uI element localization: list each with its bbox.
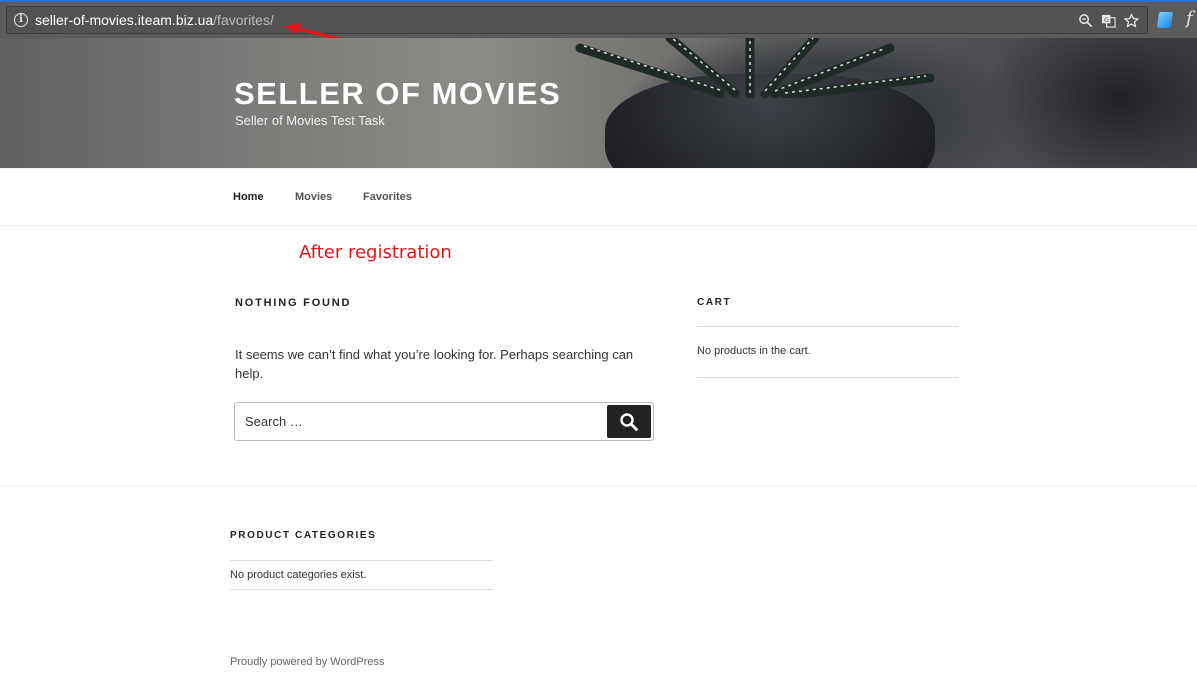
url-text[interactable]: seller-of-movies.iteam.biz.ua/favorites/ [35, 12, 274, 29]
site-description: Seller of Movies Test Task [235, 113, 385, 128]
translate-icon[interactable]: G [1101, 13, 1116, 28]
site-header: SELLER OF MOVIES Seller of Movies Test T… [0, 38, 1197, 168]
url-host: seller-of-movies.iteam.biz.ua [35, 12, 214, 28]
search-icon [620, 413, 638, 431]
search-input[interactable] [235, 403, 605, 440]
browser-menu-icon[interactable]: f [1186, 8, 1193, 29]
main-navigation: Home Movies Favorites [0, 168, 1197, 226]
search-button[interactable] [607, 405, 651, 438]
url-path: /favorites/ [213, 12, 274, 28]
nav-item-movies[interactable]: Movies [295, 191, 332, 203]
zoom-icon[interactable] [1078, 13, 1093, 28]
nav-item-home[interactable]: Home [233, 191, 264, 203]
star-icon[interactable] [1124, 13, 1139, 28]
nav-item-favorites[interactable]: Favorites [363, 191, 412, 203]
svg-text:G: G [1104, 15, 1109, 23]
categories-divider-top [230, 560, 493, 561]
not-found-message: It seems we can’t find what you’re looki… [235, 347, 634, 381]
cart-widget-title: CART [697, 297, 732, 308]
browser-toolbar: i seller-of-movies.iteam.biz.ua/favorite… [0, 0, 1197, 38]
cart-divider-top [697, 326, 958, 327]
header-image-plant [575, 38, 935, 98]
product-categories-title: PRODUCT CATEGORIES [230, 530, 377, 541]
info-icon[interactable]: i [14, 13, 28, 27]
annotation-text: After registration [299, 242, 452, 263]
footer-divider [0, 485, 1197, 486]
categories-divider-bottom [230, 589, 493, 590]
cart-empty-message: No products in the cart. [697, 345, 811, 357]
extension-icon[interactable] [1156, 12, 1174, 28]
cart-divider-bottom [697, 377, 958, 378]
address-bar[interactable]: i seller-of-movies.iteam.biz.ua/favorite… [6, 6, 1148, 34]
powered-by-wordpress-link[interactable]: Proudly powered by WordPress [230, 656, 384, 668]
product-categories-empty: No product categories exist. [230, 569, 367, 581]
search-form [234, 402, 654, 441]
site-title[interactable]: SELLER OF MOVIES [234, 76, 561, 112]
address-bar-actions: G [1078, 11, 1139, 29]
page-title: NOTHING FOUND [235, 297, 352, 309]
